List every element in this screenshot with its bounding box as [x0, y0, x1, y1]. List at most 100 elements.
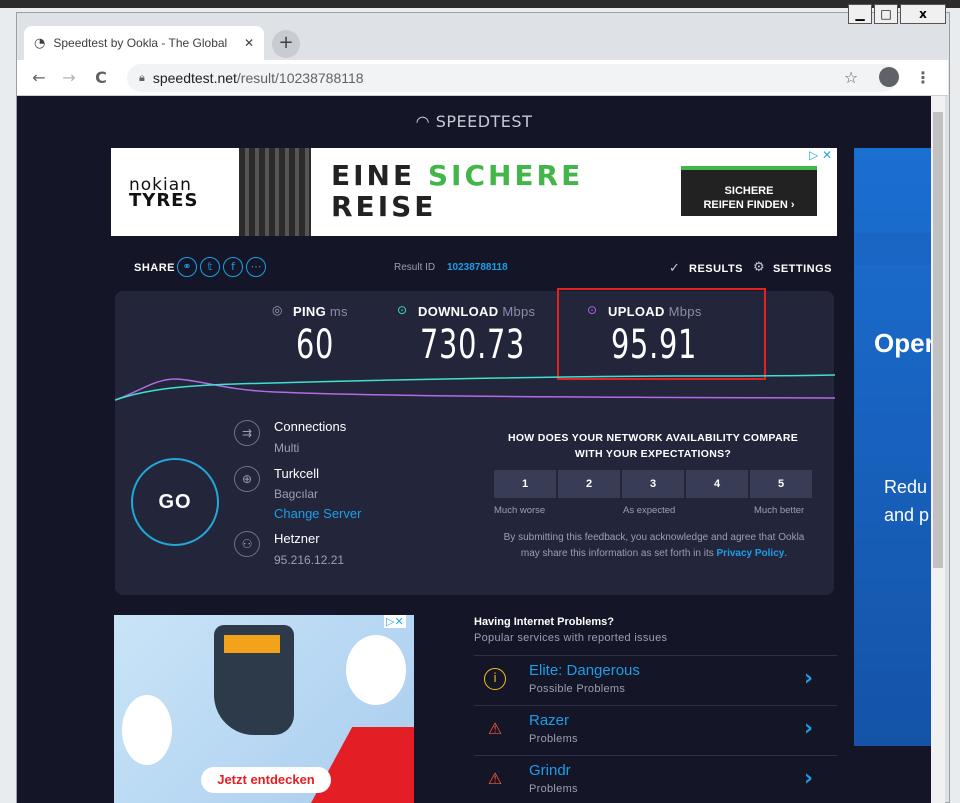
share-icons: ⚭ 𝕥 f ⋯	[177, 257, 266, 277]
profile-avatar-icon[interactable]	[879, 67, 899, 87]
reload-button[interactable]: C	[89, 66, 113, 90]
problem-service-name: Grindr	[529, 762, 571, 779]
connections-label: Connections	[274, 419, 347, 434]
url-path: /result/10238788118	[236, 70, 364, 86]
user-icon: ⚇	[234, 531, 260, 557]
adchoices-icon[interactable]: ▷ ✕	[809, 148, 832, 162]
boot-strap-image	[224, 635, 280, 653]
problem-status: Possible Problems	[529, 683, 626, 695]
problem-status: Problems	[529, 733, 578, 745]
side-banner-ad[interactable]: Oper Redu and p	[854, 148, 931, 746]
rating-1-button[interactable]: 1	[494, 470, 556, 498]
problem-service-name: Elite: Dangerous	[529, 662, 640, 679]
problem-status: Problems	[529, 783, 578, 795]
maximize-button[interactable]: □	[874, 4, 898, 24]
twitter-icon[interactable]: 𝕥	[200, 257, 220, 277]
download-label: DOWNLOAD Mbps	[418, 304, 536, 319]
lock-icon: 🔒︎	[139, 71, 145, 84]
nokian-logo: nokian TYRES	[129, 175, 199, 211]
ad-strip	[854, 233, 931, 265]
host-name: Hetzner	[274, 531, 320, 546]
address-bar[interactable]: 🔒︎ speedtest.net/result/10238788118	[127, 64, 897, 92]
problem-service-name: Razer	[529, 712, 570, 729]
snowman-image	[122, 695, 172, 765]
problem-item[interactable]: i Elite: Dangerous Possible Problems ›	[474, 655, 837, 705]
chevron-right-icon: ›	[804, 666, 814, 691]
bookmark-star-icon[interactable]: ☆	[839, 66, 863, 90]
rating-4-button[interactable]: 4	[686, 470, 748, 498]
speed-graph	[115, 374, 835, 401]
browser-tab[interactable]: ◔ Speedtest by Ookla - The Global ✕	[24, 26, 264, 60]
adchoices-icon[interactable]: ▷✕	[384, 615, 406, 628]
bear-image	[346, 635, 406, 705]
ping-icon: ◎	[272, 303, 283, 317]
survey-disclaimer: By submitting this feedback, you acknowl…	[503, 532, 805, 559]
nokian-banner-ad[interactable]: nokian TYRES EINE SICHERE REISE SICHERE RE…	[111, 148, 837, 236]
share-label: SHARE	[134, 262, 176, 274]
tab-close-icon[interactable]: ✕	[244, 36, 254, 50]
back-button[interactable]: ←	[27, 66, 51, 90]
warning-icon: ⚠	[487, 719, 503, 738]
ping-value: 60	[296, 322, 335, 368]
host-ip: 95.216.12.21	[274, 553, 345, 567]
globe-icon: ⊕	[234, 466, 260, 492]
result-id[interactable]: 10238788118	[447, 262, 508, 273]
facebook-icon[interactable]: f	[223, 257, 243, 277]
chevron-right-icon: ›	[804, 766, 814, 791]
url-domain: speedtest.net	[152, 70, 237, 86]
desktop-topbar	[0, 0, 960, 8]
more-icon[interactable]: ⋯	[246, 257, 266, 277]
rating-2-button[interactable]: 2	[558, 470, 620, 498]
ping-label: PING ms	[293, 304, 348, 319]
info-icon: i	[484, 668, 506, 690]
change-server-link[interactable]: Change Server	[274, 506, 361, 521]
settings-link[interactable]: SETTINGS	[773, 263, 832, 275]
speedtest-logo[interactable]: ◠ SPEEDTEST	[17, 112, 931, 131]
warning-icon: ⚠	[487, 769, 503, 788]
scrollbar-thumb[interactable]	[933, 112, 943, 568]
ad-red-shape	[311, 727, 414, 803]
browser-toolbar: ← → C 🔒︎ speedtest.net/result/1023878811…	[17, 60, 948, 96]
results-link[interactable]: RESULTS	[689, 263, 743, 275]
go-button[interactable]: GO	[131, 458, 219, 546]
minimize-button[interactable]: ▁	[848, 4, 872, 24]
ad-cta-button[interactable]: Jetzt entdecken	[201, 767, 331, 793]
settings-gear-icon[interactable]: ⚙	[753, 260, 765, 275]
rating-high-label: Much better	[754, 505, 805, 516]
new-tab-button[interactable]: +	[272, 30, 300, 58]
rating-low-label: Much worse	[494, 505, 546, 516]
rating-mid-label: As expected	[623, 505, 676, 516]
speedtest-page: ◠ SPEEDTEST nokian TYRES EINE SICHERE REIS…	[17, 96, 931, 803]
chevron-right-icon: ›	[804, 716, 814, 741]
connections-value: Multi	[274, 441, 300, 455]
download-value: 730.73	[420, 322, 526, 368]
ad-text-2: Redu and p	[884, 477, 930, 525]
download-icon: ⊙	[397, 303, 408, 317]
problems-subtitle: Popular services with reported issues	[474, 632, 668, 644]
tab-title: Speedtest by Ookla - The Global	[53, 36, 228, 50]
speedtest-favicon-icon: ◔	[34, 35, 46, 51]
results-icon[interactable]: ✓	[669, 261, 680, 276]
privacy-policy-link[interactable]: Privacy Policy	[717, 548, 785, 559]
rating-3-button[interactable]: 3	[622, 470, 684, 498]
problem-item[interactable]: ⚠ Grindr Problems ›	[474, 755, 837, 803]
tire-image	[239, 148, 311, 236]
survey-question: HOW DOES YOUR NETWORK AVAILABILITY COMPA…	[507, 432, 799, 460]
rating-5-button[interactable]: 5	[750, 470, 812, 498]
ad-headline: EINE SICHERE REISE	[331, 159, 584, 223]
connections-icon: ⇉	[234, 420, 260, 446]
result-id-label: Result ID	[394, 262, 436, 273]
ad-cta-button[interactable]: SICHERE REIFEN FINDEN ›	[681, 166, 817, 216]
upload-graph-line	[115, 378, 835, 401]
desktop: ▁ □ x ◔ Speedtest by Ookla - The Global …	[0, 0, 960, 803]
isp-location: Bagcılar	[274, 487, 319, 501]
shoe-banner-ad[interactable]: Jetzt entdecken ▷✕	[114, 615, 414, 803]
forward-button[interactable]: →	[57, 66, 81, 90]
problem-item[interactable]: ⚠ Razer Problems ›	[474, 705, 837, 755]
link-icon[interactable]: ⚭	[177, 257, 197, 277]
problems-title: Having Internet Problems?	[474, 616, 614, 628]
isp-name: Turkcell	[274, 466, 320, 481]
ad-text-1: Oper	[874, 328, 931, 358]
close-window-button[interactable]: x	[900, 4, 946, 24]
browser-menu-icon[interactable]: ⋮	[911, 66, 935, 90]
